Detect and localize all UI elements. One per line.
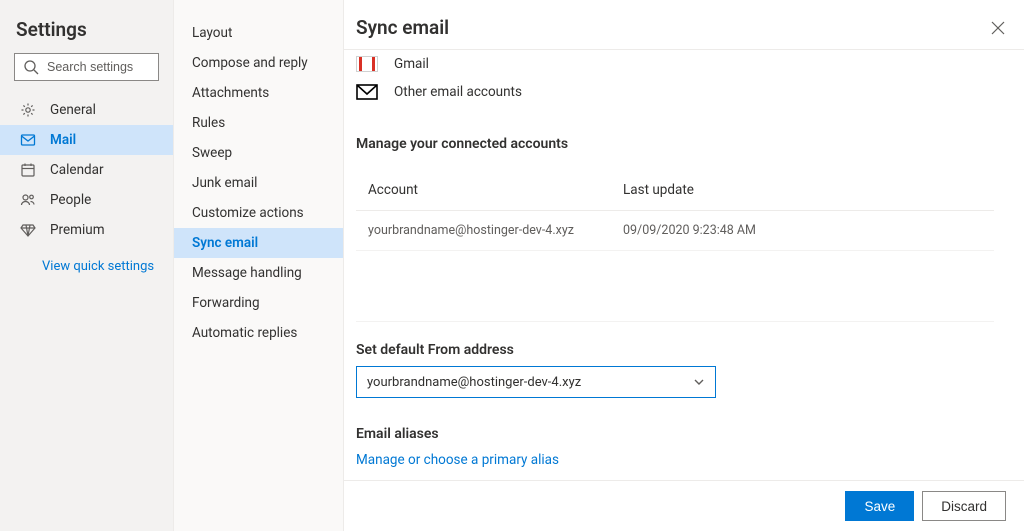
save-button[interactable]: Save — [845, 491, 914, 521]
add-other-option[interactable]: Other email accounts — [356, 78, 994, 106]
subnav-item-compose[interactable]: Compose and reply — [174, 48, 343, 78]
subnav-item-rules[interactable]: Rules — [174, 108, 343, 138]
cell-account: yourbrandname@hostinger-dev-4.xyz — [368, 223, 623, 238]
nav-item-label: Mail — [50, 132, 76, 148]
default-from-heading: Set default From address — [356, 342, 994, 358]
col-header-account: Account — [368, 182, 623, 198]
detail-footer: Save Discard — [344, 480, 1024, 531]
nav-item-label: Calendar — [50, 162, 104, 178]
settings-category-list: General Mail Calendar People — [0, 95, 173, 245]
gmail-icon — [356, 56, 378, 72]
nav-item-premium[interactable]: Premium — [0, 215, 173, 245]
add-gmail-option[interactable]: Gmail — [356, 50, 994, 78]
search-icon — [23, 59, 39, 75]
subnav-item-forwarding[interactable]: Forwarding — [174, 288, 343, 318]
default-from-dropdown[interactable]: yourbrandname@hostinger-dev-4.xyz — [356, 366, 716, 398]
table-header-row: Account Last update — [356, 170, 994, 211]
search-box[interactable] — [14, 53, 159, 81]
nav-item-people[interactable]: People — [0, 185, 173, 215]
subnav-item-layout[interactable]: Layout — [174, 18, 343, 48]
nav-item-label: Premium — [50, 222, 105, 238]
settings-dialog: Settings General — [0, 0, 1024, 531]
chevron-down-icon — [693, 376, 705, 388]
cell-last-update: 09/09/2020 9:23:48 AM — [623, 223, 982, 238]
connected-accounts-table: Account Last update yourbrandname@hostin… — [356, 170, 994, 251]
view-quick-settings-link[interactable]: View quick settings — [0, 245, 173, 274]
table-row[interactable]: yourbrandname@hostinger-dev-4.xyz 09/09/… — [356, 211, 994, 251]
detail-header: Sync email — [344, 0, 1024, 50]
nav-item-general[interactable]: General — [0, 95, 173, 125]
subnav-item-sweep[interactable]: Sweep — [174, 138, 343, 168]
add-gmail-label: Gmail — [394, 56, 429, 72]
subnav-item-automatic-replies[interactable]: Automatic replies — [174, 318, 343, 348]
gear-icon — [20, 102, 36, 118]
people-icon — [20, 192, 36, 208]
manage-accounts-heading: Manage your connected accounts — [356, 136, 994, 152]
subnav-item-attachments[interactable]: Attachments — [174, 78, 343, 108]
subnav-item-customize-actions[interactable]: Customize actions — [174, 198, 343, 228]
close-icon[interactable] — [990, 20, 1006, 36]
nav-item-label: People — [50, 192, 91, 208]
settings-title: Settings — [0, 18, 173, 53]
nav-item-calendar[interactable]: Calendar — [0, 155, 173, 185]
subnav-item-message-handling[interactable]: Message handling — [174, 258, 343, 288]
settings-subnav: Layout Compose and reply Attachments Rul… — [174, 0, 344, 531]
default-from-value: yourbrandname@hostinger-dev-4.xyz — [367, 375, 581, 390]
subnav-item-sync-email[interactable]: Sync email — [174, 228, 343, 258]
calendar-icon — [20, 162, 36, 178]
discard-button[interactable]: Discard — [922, 491, 1006, 521]
settings-sidebar: Settings General — [0, 0, 174, 531]
detail-title: Sync email — [356, 16, 449, 39]
diamond-icon — [20, 222, 36, 238]
envelope-icon — [356, 84, 378, 100]
col-header-last-update: Last update — [623, 182, 982, 198]
nav-item-label: General — [50, 102, 96, 118]
detail-scroll[interactable]: Gmail Other email accounts Manage your c… — [344, 50, 1024, 531]
email-aliases-heading: Email aliases — [356, 426, 994, 442]
subnav-item-junk-email[interactable]: Junk email — [174, 168, 343, 198]
settings-detail-pane: Sync email Gmail Other email accounts Ma… — [344, 0, 1024, 531]
add-other-label: Other email accounts — [394, 84, 522, 100]
mail-icon — [20, 132, 36, 148]
nav-item-mail[interactable]: Mail — [0, 125, 173, 155]
manage-aliases-link[interactable]: Manage or choose a primary alias — [356, 452, 559, 468]
